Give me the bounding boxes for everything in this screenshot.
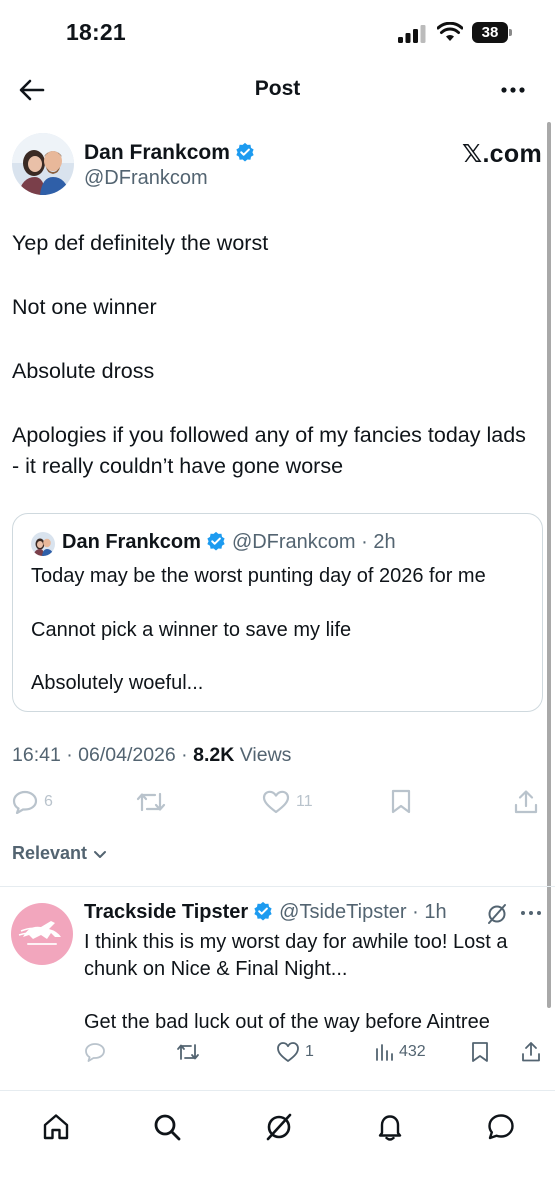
grok-icon[interactable] (486, 903, 508, 925)
reply-author-name[interactable]: Trackside Tipster (84, 901, 248, 923)
scrollbar[interactable] (547, 122, 551, 1008)
reply-icon (12, 790, 38, 814)
post-line: Apologies if you followed any of my fanc… (12, 423, 526, 478)
verified-badge-icon (254, 901, 272, 921)
nav-grok[interactable] (261, 1109, 297, 1145)
chevron-down-icon (94, 850, 107, 858)
post-line: Absolute dross (12, 359, 155, 383)
quote-age: 2h (373, 531, 396, 553)
quote-line: Today may be the worst punting day of 20… (31, 565, 486, 587)
repost-icon (136, 792, 166, 812)
share-icon (522, 1042, 540, 1062)
x-logo-watermark: 𝕏.com (462, 140, 542, 168)
reply-icon (85, 1043, 105, 1062)
post-line: Yep def definitely the worst (12, 231, 269, 255)
reply-button[interactable]: 6 (12, 784, 53, 820)
reply-count: 6 (44, 793, 53, 810)
reply-views-count: 432 (399, 1043, 426, 1060)
post-date: 06/04/2026 (78, 744, 176, 766)
heart-icon (262, 790, 290, 814)
post-time: 16:41 (12, 744, 61, 766)
like-button[interactable]: 11 (262, 784, 313, 820)
page-title: Post (254, 77, 301, 100)
share-icon (514, 790, 538, 814)
reply-line: Get the bad luck out of the way before A… (84, 1011, 490, 1033)
post-action-bar: 6 11 (0, 784, 555, 820)
quote-header: Dan Frankcom @DFrankcom · 2h (62, 531, 396, 553)
author-name-row[interactable]: Dan Frankcom (84, 141, 255, 165)
reply-avatar[interactable] (11, 903, 73, 965)
share-button[interactable] (513, 784, 539, 820)
reply-bookmark-button[interactable] (470, 1037, 490, 1067)
bookmark-button[interactable] (390, 784, 412, 820)
home-icon (43, 1114, 69, 1140)
status-time: 18:21 (66, 19, 126, 45)
quote-author-name: Dan Frankcom (62, 531, 201, 553)
reply-post[interactable]: Trackside Tipster @TsideTipster · 1h I t… (0, 889, 555, 1089)
quote-line: Cannot pick a winner to save my life (31, 619, 352, 641)
more-horizontal-icon (501, 87, 525, 93)
bookmark-icon (391, 789, 411, 814)
repost-icon (177, 1044, 199, 1060)
status-bar: 18:21 38 (0, 0, 555, 66)
bookmark-icon (472, 1042, 488, 1062)
bottom-navigation (0, 1090, 555, 1200)
views-label: Views (239, 744, 292, 766)
more-horizontal-icon[interactable] (518, 903, 544, 923)
reply-share-button[interactable] (520, 1037, 542, 1067)
post-timestamp: 16:41 · 06/04/2026 · 8.2K Views (12, 744, 292, 766)
reply-header: Trackside Tipster @TsideTipster · 1h (84, 901, 447, 923)
reply-like-count: 1 (305, 1043, 314, 1060)
quote-author-handle: @DFrankcom (231, 531, 356, 553)
cellular-signal-icon (398, 25, 426, 43)
post-author: Dan Frankcom @DFrankcom 𝕏.com (12, 133, 542, 197)
repost-button[interactable] (136, 784, 166, 820)
quoted-post-card[interactable]: Dan Frankcom @DFrankcom · 2h Today may b… (12, 513, 543, 712)
more-options-button[interactable] (493, 76, 533, 104)
reply-reply-button[interactable] (84, 1037, 106, 1067)
nav-home[interactable] (38, 1109, 74, 1145)
nav-notifications[interactable] (372, 1109, 408, 1145)
wifi-icon (437, 22, 463, 41)
chat-bubble-icon (488, 1114, 514, 1140)
verified-badge-icon (236, 142, 254, 162)
sort-label: Relevant (12, 843, 88, 863)
analytics-icon (376, 1044, 393, 1061)
nav-messages[interactable] (483, 1109, 519, 1145)
author-name[interactable]: Dan Frankcom (84, 141, 230, 164)
reply-like-button[interactable]: 1 (276, 1037, 314, 1067)
quote-avatar (31, 532, 55, 556)
quote-line: Absolutely woeful... (31, 672, 204, 694)
bell-icon (378, 1115, 402, 1141)
post-text: Yep def definitely the worst Not one win… (12, 228, 537, 515)
reply-author-handle[interactable]: @TsideTipster (279, 901, 406, 923)
sort-replies-dropdown[interactable]: Relevant (12, 843, 108, 864)
divider (0, 886, 555, 887)
grok-icon (266, 1113, 292, 1141)
search-icon (154, 1114, 181, 1141)
like-count: 11 (296, 793, 313, 810)
heart-icon (277, 1042, 299, 1062)
nav-search[interactable] (149, 1109, 185, 1145)
verified-badge-icon (207, 531, 225, 551)
battery-icon: 38 (472, 22, 512, 43)
top-bar: Post (0, 66, 555, 114)
post-line: Not one winner (12, 295, 157, 319)
reply-line: I think this is my worst day for awhile … (84, 931, 508, 980)
reply-repost-button[interactable] (176, 1037, 200, 1067)
battery-level: 38 (481, 24, 499, 41)
reply-age: 1h (424, 901, 447, 923)
views-count: 8.2K (193, 744, 235, 766)
author-handle[interactable]: @DFrankcom (84, 167, 208, 190)
reply-action-bar: 1 432 (0, 1037, 555, 1067)
reply-views-button[interactable]: 432 (374, 1037, 426, 1067)
avatar[interactable] (12, 133, 74, 195)
